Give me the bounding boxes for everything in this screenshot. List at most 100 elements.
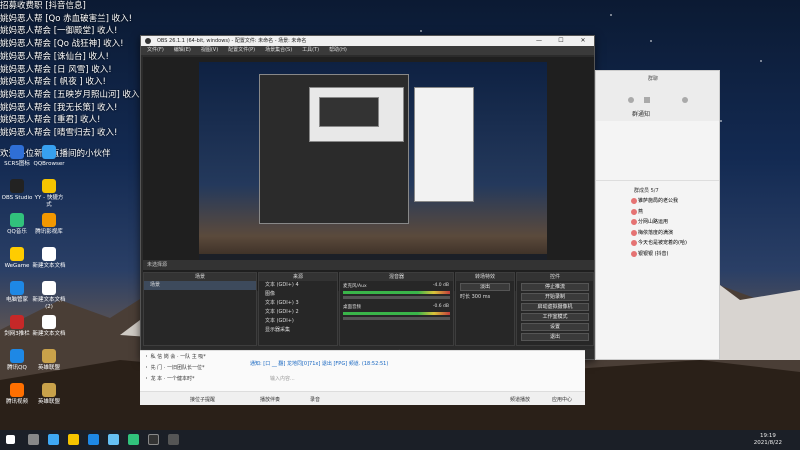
- volume-meter: [343, 291, 450, 294]
- volume-slider[interactable]: [343, 296, 450, 299]
- qq-chat-window[interactable]: 群聊 群通知 群成员 5/7 锥萨施局的老公我燕分网山路运用 梅依落度的满演 今天也…: [595, 70, 720, 360]
- app-icon: [10, 315, 24, 329]
- desktop-icon[interactable]: 剑网3推栏: [0, 315, 34, 338]
- chat-input[interactable]: 输入内容...: [270, 375, 295, 382]
- add-icon[interactable]: [682, 97, 688, 103]
- menu-item[interactable]: 编辑(E): [174, 46, 191, 55]
- steam-icon[interactable]: [108, 434, 119, 445]
- obs-taskbar-icon[interactable]: [148, 434, 159, 445]
- desktop-icon-label: OBS Studio: [1, 195, 33, 201]
- source-item[interactable]: 文本 (GDI+) 2: [259, 308, 337, 317]
- app-icon: [42, 213, 56, 227]
- obs-window[interactable]: OBS 26.1.1 (64-bit, windows) - 配置文件: 未命名…: [140, 35, 595, 360]
- qq-member-item[interactable]: 锥萨施局的老公我: [596, 196, 719, 207]
- app-icon: [42, 281, 56, 295]
- desktop-icon-label: QQ音乐: [7, 229, 27, 235]
- desktop-text-line: 姚妈恶人帮会 [五映岁月照山河] 收入!: [0, 89, 140, 100]
- desktop-icon[interactable]: 英雄联盟: [32, 349, 66, 372]
- desktop-text-line: 姚妈恶人帮会 [我无长策] 收入!: [0, 102, 118, 113]
- desktop-icon-label: 新建文本文档: [32, 263, 66, 269]
- app-center-button[interactable]: 应用中心: [552, 396, 572, 403]
- control-button[interactable]: 工作室模式: [521, 313, 589, 321]
- obs-title-bar[interactable]: OBS 26.1.1 (64-bit, windows) - 配置文件: 未命名…: [141, 36, 594, 46]
- desktop-icon-label: 新建文本文档 (2): [32, 297, 66, 310]
- clock-date: 2021/8/22: [753, 440, 782, 446]
- taskbar: 19:19 2021/8/22: [0, 430, 800, 450]
- source-item[interactable]: 显示器采集: [259, 326, 337, 335]
- desktop-text-line: 姚妈恶人帮会 [重君] 收人!: [0, 115, 101, 126]
- control-button[interactable]: 停止推流: [521, 283, 589, 291]
- start-icon[interactable]: [6, 435, 15, 444]
- source-item[interactable]: 文本 (GDI+): [259, 317, 337, 326]
- obs-preview[interactable]: [143, 57, 594, 291]
- phone-icon[interactable]: [628, 97, 634, 103]
- system-clock[interactable]: 19:19 2021/8/22: [754, 433, 782, 447]
- app-icon: [42, 383, 56, 397]
- desktop-icon-label: 新建文本文档: [32, 331, 66, 337]
- desktop-icon[interactable]: YY - 快捷方式: [32, 179, 66, 209]
- mixer-header: 混音器: [340, 273, 453, 281]
- qq-icon[interactable]: [128, 434, 139, 445]
- app-icon: [10, 247, 24, 261]
- control-button[interactable]: 设置: [521, 323, 589, 331]
- play-accompaniment-button[interactable]: 播放伴奏: [260, 396, 280, 403]
- taskbar-app-icon[interactable]: [168, 434, 179, 445]
- seat-remind-button[interactable]: 接位子提醒: [190, 396, 215, 403]
- menu-item[interactable]: 文件(F): [147, 46, 164, 55]
- channel-play-button[interactable]: 频道播放: [510, 396, 530, 403]
- desktop-text-line: 姚妈恶人帮会 [诛仙台] 收人!: [0, 51, 109, 62]
- source-item[interactable]: 图像: [259, 290, 337, 299]
- desktop-icon[interactable]: 新建文本文档: [32, 315, 66, 338]
- search-icon[interactable]: [28, 434, 39, 445]
- volume-slider[interactable]: [343, 317, 450, 320]
- obs-logo-icon: [145, 38, 151, 44]
- desktop-icon[interactable]: 新建文本文档 (2): [32, 281, 66, 311]
- minimize-icon[interactable]: —: [528, 36, 550, 46]
- desktop-icon[interactable]: OBS Studio: [0, 179, 34, 202]
- taskbar-app-icon[interactable]: [48, 434, 59, 445]
- folder-icon[interactable]: [68, 434, 79, 445]
- control-button[interactable]: 退出: [521, 333, 589, 341]
- preview-canvas: [199, 62, 547, 267]
- desktop-icon[interactable]: 腾讯QQ: [0, 349, 34, 372]
- menu-item[interactable]: 视图(V): [201, 46, 218, 55]
- qq-member-name: 银银银 (抖音): [638, 250, 669, 257]
- desktop-icon[interactable]: 英雄联盟: [32, 383, 66, 406]
- desktop-icon[interactable]: 腾讯影视库: [32, 213, 66, 236]
- control-button[interactable]: 开始录制: [521, 293, 589, 301]
- desktop-icon[interactable]: 新建文本文档: [32, 247, 66, 270]
- chat-line: ・ 私 信 岗 会 · 一队 主 吸*: [144, 354, 206, 360]
- desktop-text-line: 招募收费职 [抖音信息]: [0, 1, 86, 11]
- source-item[interactable]: 文本 (GDI+) 4: [259, 281, 337, 290]
- transition-select[interactable]: 淡出: [460, 283, 510, 291]
- menu-item[interactable]: 场景集合(S): [265, 46, 292, 55]
- desktop-icon[interactable]: 电脑管家: [0, 281, 34, 304]
- close-icon[interactable]: ✕: [572, 36, 594, 46]
- qq-member-item[interactable]: 梅依落度的满演: [596, 228, 719, 239]
- qq-member-item[interactable]: 银银银 (抖音): [596, 249, 719, 260]
- app-icon: [42, 179, 56, 193]
- desktop-icon[interactable]: 腾讯视频: [0, 383, 34, 406]
- mixer-channel-name: 麦克风/Aux: [343, 284, 367, 289]
- duration-input[interactable]: 300 ms: [472, 294, 491, 300]
- avatar: [631, 240, 637, 246]
- desktop-icon[interactable]: QQBrowser: [32, 145, 66, 168]
- qq-member-item[interactable]: 今天也是被宠着的(哈): [596, 238, 719, 249]
- menu-item[interactable]: 帮助(H): [329, 46, 347, 55]
- qq-member-name: 燕: [638, 208, 644, 215]
- desktop-icon[interactable]: WeGame: [0, 247, 34, 270]
- record-button[interactable]: 录音: [310, 396, 320, 403]
- browser-icon[interactable]: [88, 434, 99, 445]
- scene-item[interactable]: 场景: [144, 281, 256, 290]
- qq-member-item[interactable]: 燕: [596, 207, 719, 218]
- menu-item[interactable]: 配置文件(P): [228, 46, 255, 55]
- maximize-icon[interactable]: ☐: [550, 36, 572, 46]
- clock-time: 19:19: [759, 433, 776, 439]
- menu-item[interactable]: 工具(T): [302, 46, 319, 55]
- source-item[interactable]: 文本 (GDI+) 3: [259, 299, 337, 308]
- qq-member-item[interactable]: 分网山路运用: [596, 217, 719, 228]
- video-icon[interactable]: [644, 97, 650, 103]
- desktop-icon[interactable]: SCRS图标: [0, 145, 34, 168]
- desktop-icon[interactable]: QQ音乐: [0, 213, 34, 236]
- control-button[interactable]: 启动虚拟摄像机: [521, 303, 589, 311]
